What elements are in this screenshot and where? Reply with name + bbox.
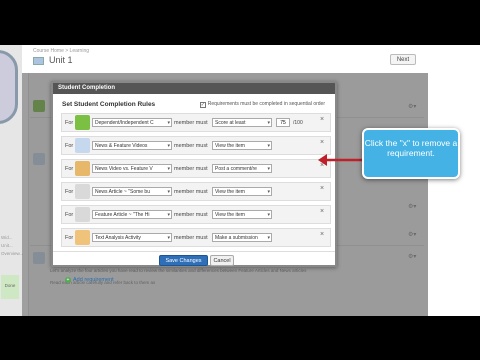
document-icon <box>75 207 90 222</box>
member-must-label: member must <box>174 143 208 149</box>
chevron-down-icon: ▾ <box>167 235 170 241</box>
member-must-label: member must <box>174 212 208 218</box>
logo <box>0 50 18 124</box>
chevron-down-icon: ▾ <box>167 166 170 172</box>
remove-requirement-icon[interactable]: × <box>320 139 324 146</box>
document-icon <box>75 184 90 199</box>
item-select-value: News Video vs. Feature V <box>95 166 153 172</box>
requirement-row: For News & Feature Videos ▾ member must View… <box>61 136 331 155</box>
action-select[interactable]: View the item ▾ <box>212 141 272 150</box>
chevron-down-icon: ▾ <box>267 189 270 195</box>
chevron-down-icon: ▾ <box>267 166 270 172</box>
page-title: Unit 1 <box>49 55 73 65</box>
item-select[interactable]: Text Analysis Activity ▾ <box>92 233 172 242</box>
item-select[interactable]: News Article ~ "Some bu ▾ <box>92 187 172 196</box>
add-requirement-label: Add requirement <box>73 277 114 283</box>
requirement-row: For Text Analysis Activity ▾ member must Mak… <box>61 228 331 247</box>
action-select[interactable]: View the item ▾ <box>212 210 272 219</box>
action-select[interactable]: Post a comment/re ▾ <box>212 164 272 173</box>
screen: Course Home > Learning Unit 1 Next Wid..… <box>0 45 480 316</box>
pointer-arrow <box>318 154 364 166</box>
plus-icon: + <box>65 277 71 283</box>
member-must-label: member must <box>174 235 208 241</box>
chevron-down-icon: ▾ <box>267 120 270 126</box>
action-select[interactable]: Make a submission ▾ <box>212 233 272 242</box>
sequential-label: Requirements must be completed in sequen… <box>207 101 325 107</box>
side-text: Wid... <box>1 235 13 240</box>
action-select[interactable]: Score at least ▾ <box>212 118 272 127</box>
action-select-value: View the item <box>215 212 245 218</box>
item-select-value: Dependent/Independent C <box>95 120 154 126</box>
member-must-label: member must <box>174 166 208 172</box>
chevron-down-icon: ▾ <box>167 212 170 218</box>
remove-requirement-icon[interactable]: × <box>320 116 324 123</box>
for-label: For <box>65 212 74 218</box>
assignment-icon <box>75 230 90 245</box>
item-select-value: Feature Article ~ "The Hi <box>95 212 150 218</box>
member-must-label: member must <box>174 189 208 195</box>
sequential-option[interactable]: ✓ Requirements must be completed in seque… <box>199 101 325 108</box>
chevron-down-icon: ▾ <box>167 120 170 126</box>
action-select-value: Post a comment/re <box>215 166 257 172</box>
chevron-down-icon: ▾ <box>267 143 270 149</box>
video-icon <box>75 138 90 153</box>
item-select-value: News Article ~ "Some bu <box>95 189 150 195</box>
save-changes-button[interactable]: Save Changes <box>159 255 208 266</box>
remove-requirement-icon[interactable]: × <box>320 208 324 215</box>
puzzle-icon <box>75 115 90 130</box>
side-text: Overview... <box>1 251 24 256</box>
for-label: For <box>65 120 74 126</box>
breadcrumb[interactable]: Course Home > Learning <box>33 48 89 54</box>
done-badge: Done <box>1 275 19 299</box>
unit-icon <box>33 57 44 65</box>
for-label: For <box>65 235 74 241</box>
member-must-label: member must <box>174 120 208 126</box>
add-requirement-link[interactable]: + Add requirement <box>65 277 114 283</box>
checkbox-checked-icon[interactable]: ✓ <box>199 102 206 108</box>
item-select[interactable]: News Video vs. Feature V ▾ <box>92 164 172 173</box>
item-select-value: News & Feature Videos <box>95 143 148 149</box>
instruction-callout: Click the "x" to remove a requirement. <box>362 128 460 179</box>
requirement-row: For News Video vs. Feature V ▾ member must P… <box>61 159 331 178</box>
out-of-label: /100 <box>293 120 303 126</box>
cancel-button[interactable]: Cancel <box>210 255 234 266</box>
item-select[interactable]: Feature Article ~ "The Hi ▾ <box>92 210 172 219</box>
divider <box>53 251 335 252</box>
chevron-down-icon: ▾ <box>267 235 270 241</box>
for-label: For <box>65 166 74 172</box>
score-input[interactable]: 75 <box>276 118 290 127</box>
for-label: For <box>65 189 74 195</box>
item-select[interactable]: News & Feature Videos ▾ <box>92 141 172 150</box>
item-select-value: Text Analysis Activity <box>95 235 141 241</box>
side-text: Unit... <box>1 243 13 248</box>
chevron-down-icon: ▾ <box>267 212 270 218</box>
requirement-row: For Dependent/Independent C ▾ member must Sc… <box>61 113 331 132</box>
action-select-value: View the item <box>215 189 245 195</box>
next-button[interactable]: Next <box>390 54 416 65</box>
remove-requirement-icon[interactable]: × <box>320 231 324 238</box>
action-select-value: View the item <box>215 143 245 149</box>
dialog-title: Student Completion <box>53 83 335 94</box>
discussion-icon <box>75 161 90 176</box>
chevron-down-icon: ▾ <box>167 189 170 195</box>
student-completion-dialog: Student Completion Set Student Completio… <box>51 81 337 283</box>
action-select-value: Make a submission <box>215 235 258 241</box>
requirement-row: For Feature Article ~ "The Hi ▾ member must… <box>61 205 331 224</box>
for-label: For <box>65 143 74 149</box>
dialog-subtitle: Set Student Completion Rules <box>62 101 156 108</box>
chevron-down-icon: ▾ <box>167 143 170 149</box>
requirement-row: For News Article ~ "Some bu ▾ member must Vi… <box>61 182 331 201</box>
action-select-value: Score at least <box>215 120 246 126</box>
item-select[interactable]: Dependent/Independent C ▾ <box>92 118 172 127</box>
remove-requirement-icon[interactable]: × <box>320 185 324 192</box>
arrowhead-icon <box>318 154 327 166</box>
action-select[interactable]: View the item ▾ <box>212 187 272 196</box>
